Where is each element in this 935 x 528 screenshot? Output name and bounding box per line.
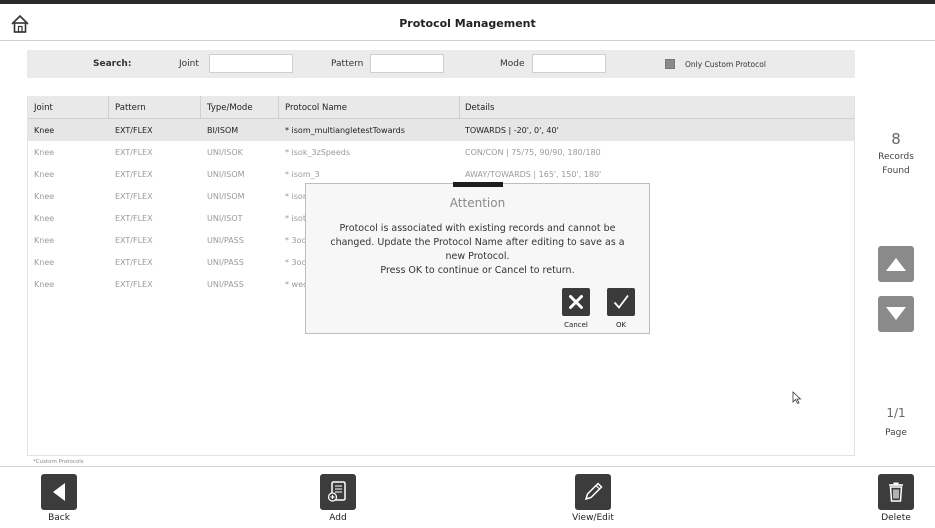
column-header-type-mode[interactable]: Type/Mode (207, 103, 253, 113)
mode-filter-input[interactable] (532, 54, 606, 73)
joint-cell: Knee (34, 258, 55, 267)
protocol-name-cell: * 3oc (285, 258, 306, 267)
view-edit-label: View/Edit (572, 513, 614, 523)
joint-cell: Knee (34, 148, 55, 157)
column-header-joint[interactable]: Joint (34, 103, 53, 113)
dialog-message-line: changed. Update the Protocol Name after … (330, 237, 625, 248)
details-cell: CON/CON | 75/75, 90/90, 180/180 (465, 148, 601, 157)
add-label: Add (329, 513, 347, 523)
mouse-cursor-icon (792, 391, 802, 405)
only-custom-checkbox[interactable] (665, 59, 675, 69)
dialog-message-line: Protocol is associated with existing rec… (339, 223, 616, 234)
scroll-up-button[interactable] (878, 246, 914, 282)
records-label-line1: Records (878, 152, 914, 162)
pattern-cell: EXT/FLEX (115, 170, 153, 179)
joint-filter-input[interactable] (209, 54, 293, 73)
only-custom-label: Only Custom Protocol (685, 60, 766, 69)
type-mode-cell: UNI/ISOM (207, 192, 245, 201)
triangle-down-icon (886, 307, 906, 320)
column-header-pattern[interactable]: Pattern (115, 103, 146, 113)
add-document-icon (327, 481, 346, 502)
pattern-cell: EXT/FLEX (115, 236, 153, 245)
trash-icon (889, 482, 903, 502)
pattern-cell: EXT/FLEX (115, 126, 153, 135)
close-icon (569, 295, 583, 309)
cancel-button[interactable] (562, 288, 590, 316)
title-bar: Protocol Management (0, 0, 935, 41)
pattern-cell: EXT/FLEX (115, 258, 153, 267)
records-label: Records Found (862, 150, 930, 178)
dialog-message-line: new Protocol. (445, 251, 510, 262)
back-label: Back (48, 513, 70, 523)
records-count: 8 (891, 130, 901, 148)
joint-cell: Knee (34, 236, 55, 245)
table-row[interactable]: Knee EXT/FLEX UNI/ISOK * isok_3zSpeeds C… (28, 141, 854, 163)
pattern-cell: EXT/FLEX (115, 148, 153, 157)
records-label-line2: Found (882, 166, 910, 176)
view-edit-button[interactable] (575, 474, 611, 510)
attention-dialog: Attention Protocol is associated with ex… (305, 182, 650, 334)
checkmark-icon (613, 294, 629, 309)
type-mode-cell: UNI/PASS (207, 236, 244, 245)
pattern-cell: EXT/FLEX (115, 192, 153, 201)
dialog-drag-tab (453, 182, 503, 187)
joint-cell: Knee (34, 126, 55, 135)
protocol-name-cell: * isot (285, 214, 306, 223)
type-mode-cell: UNI/PASS (207, 280, 244, 289)
triangle-up-icon (886, 258, 906, 271)
dialog-message-line: Press OK to continue or Cancel to return… (380, 265, 575, 276)
joint-cell: Knee (34, 280, 55, 289)
page-label: Page (885, 428, 907, 438)
back-button[interactable] (41, 474, 77, 510)
table-row[interactable]: Knee EXT/FLEX BI/ISOM * isom_multianglet… (28, 119, 854, 141)
protocol-name-cell: * isok_3zSpeeds (285, 148, 350, 157)
ok-label: OK (615, 321, 627, 329)
pattern-filter-input[interactable] (370, 54, 444, 73)
delete-label: Delete (881, 513, 911, 523)
page-title: Protocol Management (399, 17, 536, 30)
search-bar: Search: Joint Pattern Mode Only Custom P… (27, 50, 855, 78)
ok-button[interactable] (607, 288, 635, 316)
type-mode-cell: UNI/ISOT (207, 214, 243, 223)
protocol-name-cell: * isor (285, 192, 307, 201)
pattern-cell: EXT/FLEX (115, 280, 153, 289)
protocol-name-cell: * isom_3 (285, 170, 320, 179)
bottom-toolbar (0, 466, 935, 528)
column-header-details[interactable]: Details (465, 103, 494, 113)
delete-button[interactable] (878, 474, 914, 510)
table-header: Joint Pattern Type/Mode Protocol Name De… (28, 96, 854, 119)
joint-cell: Knee (34, 192, 55, 201)
cancel-label: Cancel (564, 321, 588, 329)
pattern-filter-label: Pattern (331, 59, 364, 69)
type-mode-cell: UNI/ISOK (207, 148, 243, 157)
mode-filter-label: Mode (500, 59, 525, 69)
pencil-icon (584, 482, 603, 501)
window-edge (0, 0, 935, 4)
type-mode-cell: UNI/PASS (207, 258, 244, 267)
add-button[interactable] (320, 474, 356, 510)
type-mode-cell: UNI/ISOM (207, 170, 245, 179)
details-cell: AWAY/TOWARDS | 165', 150', 180' (465, 170, 602, 179)
protocol-name-cell: * 3oc (285, 236, 306, 245)
scroll-down-button[interactable] (878, 296, 914, 332)
column-header-protocol-name[interactable]: Protocol Name (285, 103, 347, 113)
triangle-left-icon (53, 483, 65, 501)
joint-filter-label: Joint (179, 59, 199, 69)
search-label: Search: (93, 59, 132, 69)
joint-cell: Knee (34, 170, 55, 179)
joint-cell: Knee (34, 214, 55, 223)
details-cell: TOWARDS | -20', 0', 40' (465, 126, 559, 135)
custom-protocols-note: *Custom Protocols (33, 459, 84, 465)
table-row[interactable]: Knee EXT/FLEX UNI/ISOM * isom_3 AWAY/TOW… (28, 163, 854, 185)
type-mode-cell: BI/ISOM (207, 126, 239, 135)
page-number: 1/1 (886, 406, 906, 420)
pattern-cell: EXT/FLEX (115, 214, 153, 223)
protocol-name-cell: * isom_multiangletestTowards (285, 126, 405, 135)
dialog-title: Attention (449, 196, 506, 210)
